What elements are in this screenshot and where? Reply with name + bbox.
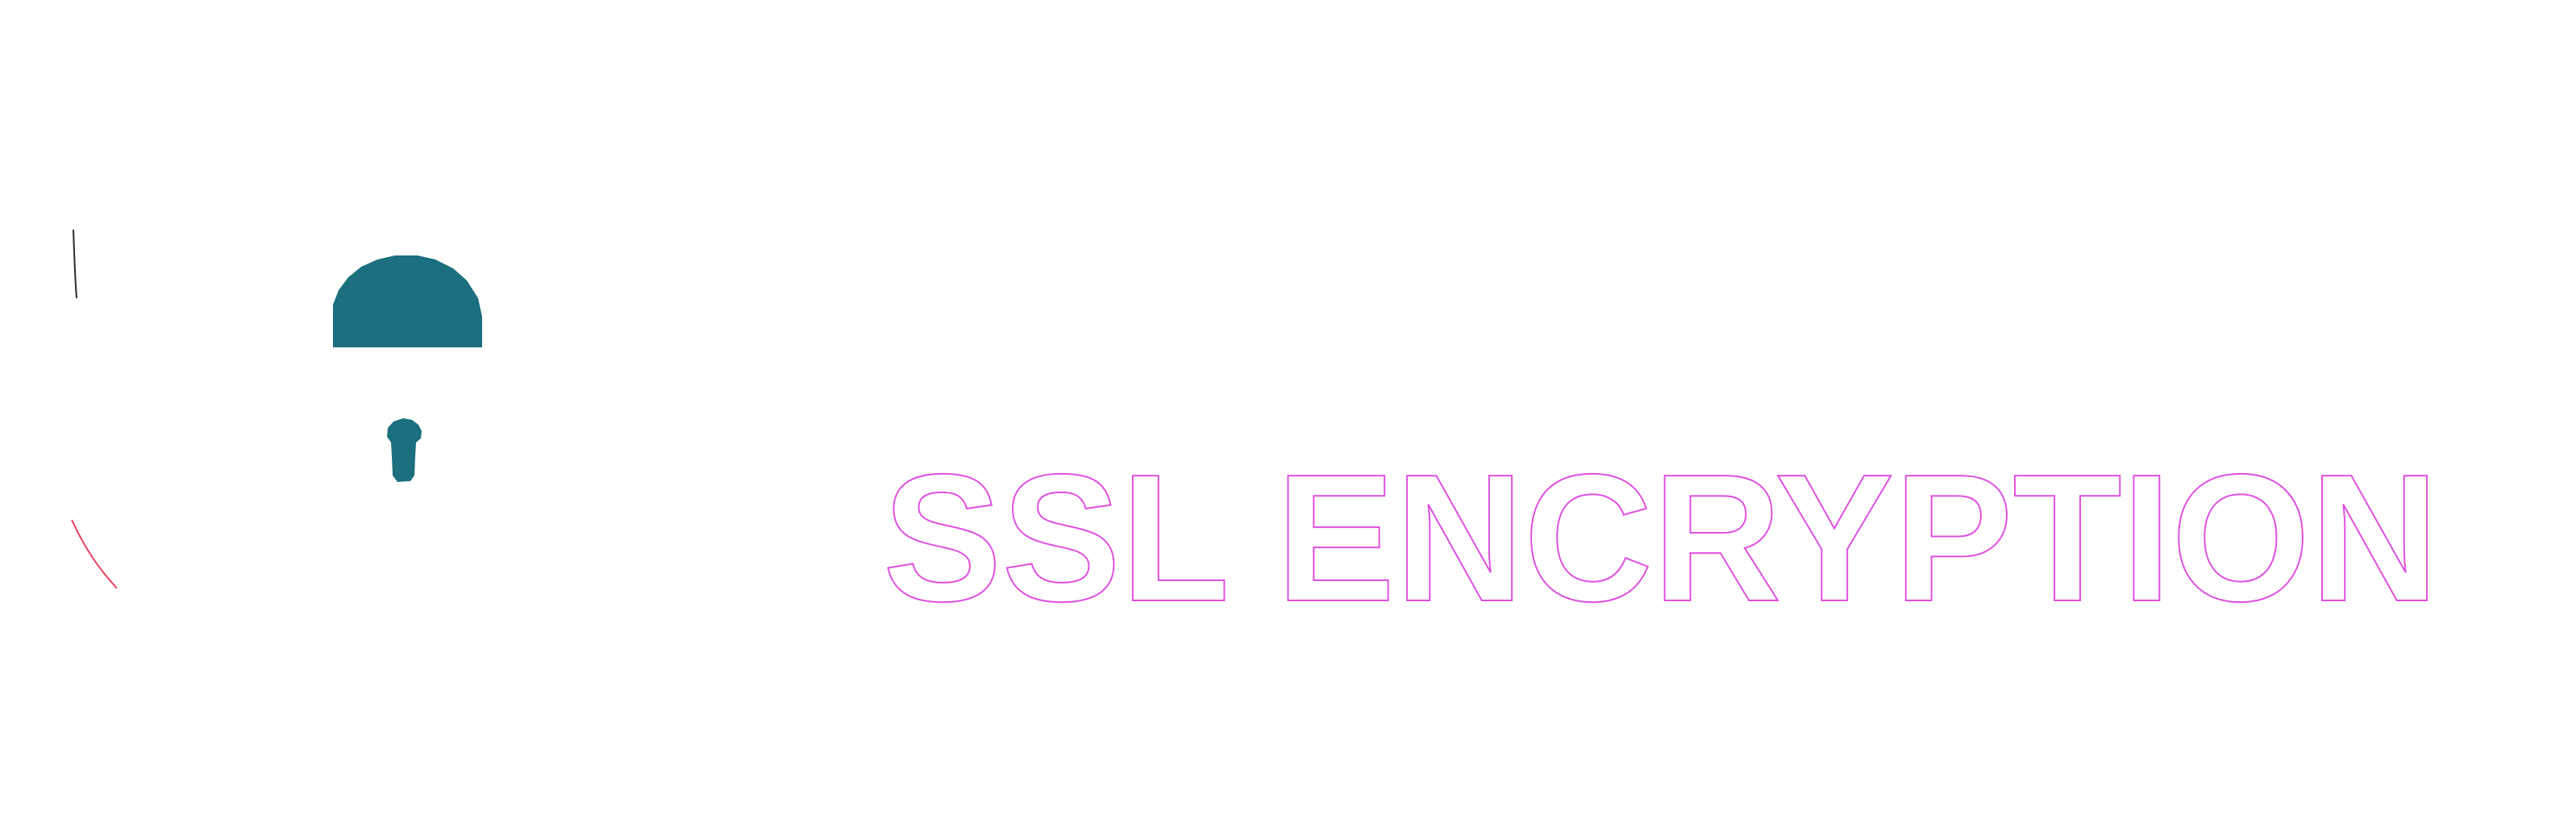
keyhole-icon bbox=[387, 418, 422, 482]
padlock-graphic bbox=[71, 229, 482, 589]
ssl-encryption-title: SSL ENCRYPTION bbox=[882, 435, 2495, 640]
padlock-shackle bbox=[333, 255, 482, 347]
badge-edge-red bbox=[71, 519, 118, 589]
page-title: SSL ENCRYPTION bbox=[883, 436, 2439, 639]
ssl-graphic: SSL ENCRYPTION bbox=[0, 0, 2576, 814]
badge-edge-dark bbox=[73, 229, 77, 299]
security-badge bbox=[0, 0, 613, 814]
